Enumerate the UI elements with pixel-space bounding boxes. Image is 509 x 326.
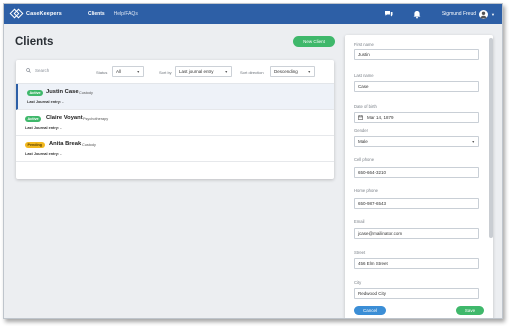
gender-label: Gender xyxy=(354,128,368,133)
sortby-value: Last journal entry xyxy=(179,69,214,74)
chevron-down-icon: ▼ xyxy=(471,139,475,144)
chevron-down-icon: ▼ xyxy=(307,69,311,74)
calendar-icon xyxy=(358,115,363,120)
status-label: Status xyxy=(96,70,108,75)
street-field[interactable]: 456 Elm Street xyxy=(354,258,479,269)
search-placeholder: Search xyxy=(35,68,50,73)
last-journal-entry: Last Journal entry: - xyxy=(25,152,62,156)
client-name[interactable]: Claire Voyant xyxy=(46,115,83,121)
dob-field[interactable]: Mar 14, 1879 xyxy=(354,112,479,123)
street-label: Street xyxy=(354,250,366,255)
new-client-button[interactable]: New Client xyxy=(293,36,335,47)
chevron-down-icon: ▼ xyxy=(136,69,140,74)
gender-select[interactable]: Male ▼ xyxy=(354,136,479,147)
city-value: Redwood City xyxy=(358,291,387,296)
sortdir-label: Sort direction xyxy=(240,70,264,75)
nav-link-clients[interactable]: Clients xyxy=(88,11,105,17)
top-nav: CaseKeepers Clients Help/FAQs Sigmund Fr… xyxy=(4,4,502,24)
status-value: All xyxy=(116,69,122,74)
street-value: 456 Elm Street xyxy=(358,261,388,266)
last-name-value: Case xyxy=(358,84,369,89)
user-avatar-icon[interactable] xyxy=(479,9,489,19)
client-list-card: Search Status All ▼ Sort by Last journal… xyxy=(16,60,334,179)
first-name-label: First name xyxy=(354,42,374,47)
last-name-label: Last name xyxy=(354,73,374,78)
app-window: CaseKeepers Clients Help/FAQs Sigmund Fr… xyxy=(3,3,503,319)
city-field[interactable]: Redwood City xyxy=(354,288,479,299)
caret-down-icon[interactable]: ▼ xyxy=(491,12,495,17)
client-row[interactable]: Pending Anita Break Custody Last Journal… xyxy=(16,136,334,162)
status-badge: Active xyxy=(27,90,44,96)
brand-name: CaseKeepers xyxy=(26,11,62,17)
home-phone-field[interactable]: 650-987-6543 xyxy=(354,198,479,209)
email-label: Email xyxy=(354,219,365,224)
client-type: Custody xyxy=(82,143,96,147)
home-phone-value: 650-987-6543 xyxy=(358,201,387,206)
status-select[interactable]: All ▼ xyxy=(112,66,144,77)
cell-phone-value: 650-664-3210 xyxy=(358,170,387,175)
page-title: Clients xyxy=(15,36,54,48)
sortby-select[interactable]: Last journal entry ▼ xyxy=(175,66,232,77)
sortdir-select[interactable]: Descending ▼ xyxy=(270,66,315,77)
email-value: jcase@mailinator.com xyxy=(358,231,403,236)
chevron-down-icon: ▼ xyxy=(224,69,228,74)
cancel-button[interactable]: Cancel xyxy=(354,306,386,315)
first-name-value: Justin xyxy=(358,52,370,57)
client-name[interactable]: Justin Case xyxy=(46,89,79,95)
last-journal-entry: Last Journal entry: - xyxy=(25,126,62,130)
client-name[interactable]: Anita Break xyxy=(49,141,81,147)
search-icon xyxy=(26,68,31,73)
sortby-label: Sort by xyxy=(159,70,172,75)
sortdir-value: Descending xyxy=(274,69,298,74)
nav-link-help[interactable]: Help/FAQs xyxy=(114,11,138,17)
status-badge: Pending xyxy=(25,142,45,148)
gender-value: Male xyxy=(358,139,368,144)
client-row[interactable]: Active Justin Case Custody Last Journal … xyxy=(16,84,334,110)
dob-label: Date of birth xyxy=(354,104,377,109)
dob-value: Mar 14, 1879 xyxy=(367,115,394,120)
cell-phone-label: Cell phone xyxy=(354,157,375,162)
form-scrollbar[interactable] xyxy=(489,38,493,238)
city-label: City xyxy=(354,280,362,285)
first-name-field[interactable]: Justin xyxy=(354,49,479,60)
status-badge: Active xyxy=(25,116,42,122)
chat-icon[interactable] xyxy=(384,9,394,19)
bell-icon[interactable] xyxy=(412,9,422,19)
client-type: Psychotherapy xyxy=(83,117,109,121)
last-journal-entry: Last Journal entry: - xyxy=(27,100,64,104)
logo[interactable]: CaseKeepers xyxy=(9,8,62,19)
filter-toolbar: Search Status All ▼ Sort by Last journal… xyxy=(16,60,334,84)
last-name-field[interactable]: Case xyxy=(354,81,479,92)
client-row[interactable]: Active Claire Voyant Psychotherapy Last … xyxy=(16,110,334,136)
cell-phone-field[interactable]: 650-664-3210 xyxy=(354,167,479,178)
logo-icon xyxy=(9,8,24,19)
user-name[interactable]: Sigmund Freud xyxy=(442,11,476,17)
search-input[interactable]: Search xyxy=(26,68,49,73)
home-phone-label: Home phone xyxy=(354,188,378,193)
client-detail-form: First name Justin Last name Case Date of… xyxy=(345,35,493,318)
client-type: Custody xyxy=(79,91,93,95)
save-button[interactable]: Save xyxy=(456,306,484,315)
email-field[interactable]: jcase@mailinator.com xyxy=(354,228,479,239)
